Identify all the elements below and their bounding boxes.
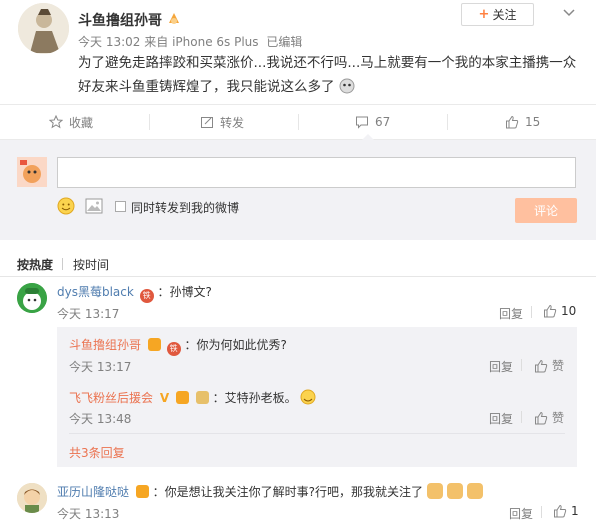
follow-label: 关注 [492, 8, 517, 22]
comment-avatar[interactable] [17, 483, 47, 513]
divider [447, 114, 448, 130]
reply-time: 今天 13:48 [69, 412, 132, 426]
reply-sep [521, 359, 522, 371]
reply-username[interactable]: 斗鱼撸组孙哥 [69, 338, 141, 352]
comment-icon [356, 116, 368, 129]
verified-badge-icon [166, 11, 182, 27]
comment-avatar[interactable] [17, 283, 47, 313]
author-avatar[interactable] [18, 3, 69, 54]
tabs-divider [0, 276, 596, 277]
post-meta: 今天 13:02 来自 iPhone 6s Plus 已编辑 [78, 33, 302, 50]
reply-line: 飞飞粉丝后援会 V ：艾特孙老板。 [69, 389, 316, 406]
sync-repost-checkbox[interactable] [115, 201, 126, 212]
chevron-down-icon[interactable] [562, 6, 576, 20]
vip-mark: V [159, 391, 170, 405]
clap-emoji-icon [446, 483, 463, 499]
sync-repost-label[interactable]: 同时转发到我的微博 [131, 199, 239, 216]
reply-like-label: 赞 [552, 411, 565, 425]
comment-like-count: 10 [561, 304, 577, 318]
post-edited[interactable]: 已编辑 [266, 35, 302, 49]
repost-icon [201, 117, 213, 128]
follow-button[interactable]: + 关注 [461, 3, 534, 26]
like-count: 15 [525, 115, 541, 129]
reply-like-label: 赞 [552, 359, 565, 373]
comment-composer [0, 140, 596, 240]
comment-line: 亚历山隆哒哒 ：你是想让我关注你了解时事?行吧，那我就关注了 [57, 483, 483, 500]
reply-sep [531, 306, 532, 318]
emoji-icon [339, 78, 355, 94]
reply-username[interactable]: 飞飞粉丝后援会 [69, 391, 153, 405]
comment-like-count: 1 [571, 504, 579, 518]
repost-label: 转发 [220, 115, 245, 130]
clap-emoji-icon [466, 483, 483, 499]
thumbs-up-icon [554, 504, 567, 518]
star-icon [49, 115, 63, 129]
post-from-label: 来自 [144, 35, 169, 49]
crown-badge-icon [147, 338, 161, 351]
reply-like-button[interactable]: 赞 [534, 357, 564, 374]
post-time[interactable]: 今天 13:02 [78, 35, 140, 49]
plus-icon: + [478, 7, 490, 22]
reply-button[interactable]: 回复 [489, 410, 513, 427]
post-text-content: 为了避免走路摔跤和买菜涨价...我说还不行吗...马上就要有一个我的本家主播携一… [78, 55, 577, 95]
comment-time: 今天 13:17 [57, 307, 120, 321]
reply-text: ：艾特孙老板。 [212, 391, 297, 405]
emoji-picker-icon[interactable] [57, 197, 75, 215]
reply-time: 今天 13:17 [69, 360, 132, 374]
submit-comment-button[interactable]: 评论 [515, 198, 577, 223]
favorite-label: 收藏 [69, 115, 94, 130]
emoji-icon [300, 389, 316, 405]
comment-time: 今天 13:13 [57, 507, 120, 521]
comment-input[interactable] [57, 157, 576, 188]
replies-divider [69, 433, 565, 434]
crown-badge-icon [175, 391, 189, 404]
comment-text: ：你是想让我关注你了解时事?行吧，那我就关注了 [152, 485, 424, 499]
reply-line: 斗鱼撸组孙哥 铁 ：你为何如此优秀? [69, 336, 287, 356]
divider [298, 114, 299, 130]
reply-button[interactable]: 回复 [489, 358, 513, 375]
comment-username[interactable]: 亚历山隆哒哒 [57, 485, 129, 499]
reply-button[interactable]: 回复 [509, 505, 533, 522]
repost-button[interactable]: 转发 [200, 104, 244, 140]
post-text: 为了避免走路摔跤和买菜涨价...我说还不行吗...马上就要有一个我的本家主播携一… [78, 51, 583, 99]
more-replies-link[interactable]: 共3条回复 [69, 444, 125, 461]
my-avatar[interactable] [17, 157, 47, 187]
reply-like-button[interactable]: 赞 [534, 409, 564, 426]
post-device[interactable]: iPhone 6s Plus [172, 35, 258, 49]
reply-sep [521, 411, 522, 423]
comment-username[interactable]: dys黑莓black [57, 285, 134, 299]
tab-sort-time[interactable]: 按时间 [73, 256, 109, 273]
author-name[interactable]: 斗鱼撸组孙哥 [78, 10, 162, 30]
fan-badge-icon: 铁 [139, 288, 154, 303]
reply-sep [541, 506, 542, 518]
comment-like-button[interactable]: 10 [543, 304, 576, 318]
reply-text: ：你为何如此优秀? [184, 338, 287, 352]
divider [149, 114, 150, 130]
fan-badge-icon [195, 391, 209, 404]
thumbs-up-icon [506, 115, 519, 129]
comment-line: dys黑莓black 铁 ：孙博文? [57, 283, 212, 303]
clap-emoji-icon [426, 483, 443, 499]
crown-badge-icon [135, 485, 149, 498]
fan-badge-icon: 铁 [166, 341, 181, 356]
thumbs-up-icon [535, 359, 548, 372]
thumbs-up-icon [544, 304, 557, 318]
like-button[interactable]: 15 [505, 104, 540, 140]
image-upload-icon[interactable] [85, 198, 103, 214]
comment-count: 67 [375, 115, 391, 129]
comment-like-button[interactable]: 1 [553, 504, 579, 518]
tab-divider [62, 258, 63, 270]
favorite-button[interactable]: 收藏 [49, 104, 93, 140]
reply-button[interactable]: 回复 [499, 305, 523, 322]
thumbs-up-icon [535, 411, 548, 424]
comment-text: ：孙博文? [157, 285, 212, 299]
tab-sort-hot[interactable]: 按热度 [17, 256, 53, 273]
